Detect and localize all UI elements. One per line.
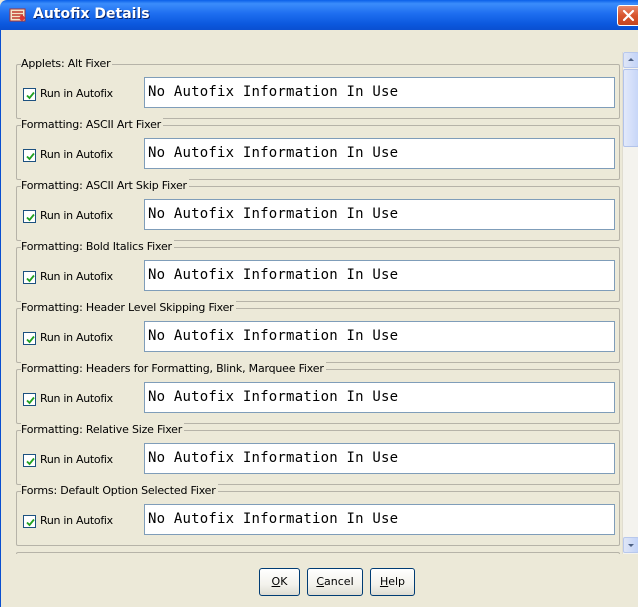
run-in-autofix-label[interactable]: Run in Autofix xyxy=(40,209,113,222)
fixer-group-title: Formatting: Bold Italics Fixer xyxy=(21,240,174,253)
fixer-group-title: Formatting: ASCII Art Fixer xyxy=(21,118,163,131)
autofix-info-field[interactable]: No Autofix Information In Use xyxy=(144,443,615,474)
run-in-autofix-checkbox[interactable] xyxy=(23,271,36,284)
app-icon xyxy=(9,8,26,22)
fixer-group-bold-italics: Formatting: Bold Italics Fixer Run in Au… xyxy=(16,240,620,302)
autofix-details-window: Autofix Details Applets: Alt Fixer Run i… xyxy=(0,0,638,607)
cancel-label-rest: ancel xyxy=(324,575,354,588)
run-in-autofix-checkbox[interactable] xyxy=(23,88,36,101)
autofix-info-text: No Autofix Information In Use xyxy=(148,389,399,405)
content-top-edge xyxy=(10,30,638,52)
scroll-down-button[interactable] xyxy=(623,537,638,553)
help-mnemonic: H xyxy=(379,575,389,588)
run-in-autofix-checkbox[interactable] xyxy=(23,454,36,467)
fixer-group-title: Formatting: Headers for Formatting, Blin… xyxy=(21,362,326,375)
checkmark-icon xyxy=(26,213,35,222)
fixer-group-title: Formatting: Relative Size Fixer xyxy=(21,423,185,436)
run-in-autofix-checkbox[interactable] xyxy=(23,393,36,406)
fixer-group-relative-size: Formatting: Relative Size Fixer Run in A… xyxy=(16,423,620,485)
window-title: Autofix Details xyxy=(33,6,150,22)
checkmark-icon xyxy=(26,152,35,161)
run-in-autofix-checkbox[interactable] xyxy=(23,149,36,162)
autofix-info-field[interactable]: No Autofix Information In Use xyxy=(144,260,615,291)
autofix-info-field[interactable]: No Autofix Information In Use xyxy=(144,138,615,169)
fixer-group-ascii-art-skip: Formatting: ASCII Art Skip Fixer Run in … xyxy=(16,179,620,241)
autofix-info-text: No Autofix Information In Use xyxy=(148,267,399,283)
vertical-scrollbar[interactable] xyxy=(622,52,638,554)
arrow-up-icon xyxy=(628,58,634,61)
run-in-autofix-label[interactable]: Run in Autofix xyxy=(40,453,113,466)
checkmark-icon xyxy=(26,396,35,405)
checkmark-icon xyxy=(26,518,35,527)
autofix-info-field[interactable]: No Autofix Information In Use xyxy=(144,77,615,108)
ok-button[interactable]: OK xyxy=(259,568,300,596)
run-in-autofix-checkbox[interactable] xyxy=(23,332,36,345)
scroll-thumb[interactable] xyxy=(623,69,638,147)
autofix-info-text: No Autofix Information In Use xyxy=(148,328,399,344)
run-in-autofix-label[interactable]: Run in Autofix xyxy=(40,392,113,405)
checkmark-icon xyxy=(26,91,35,100)
title-bar[interactable]: Autofix Details xyxy=(0,0,638,30)
autofix-info-field[interactable]: No Autofix Information In Use xyxy=(144,504,615,535)
help-button[interactable]: Help xyxy=(370,568,415,596)
autofix-info-text: No Autofix Information In Use xyxy=(148,206,399,222)
fixer-group-title: Applets: Alt Fixer xyxy=(21,57,113,70)
close-button[interactable] xyxy=(617,5,638,26)
ok-label-rest: K xyxy=(280,575,288,588)
autofix-info-field[interactable]: No Autofix Information In Use xyxy=(144,321,615,352)
run-in-autofix-label[interactable]: Run in Autofix xyxy=(40,87,113,100)
help-label-rest: elp xyxy=(388,575,406,588)
arrow-down-icon xyxy=(628,544,634,547)
fixer-list[interactable]: Applets: Alt Fixer Run in Autofix No Aut… xyxy=(10,52,622,554)
checkmark-icon xyxy=(26,335,35,344)
run-in-autofix-checkbox[interactable] xyxy=(23,515,36,528)
autofix-info-text: No Autofix Information In Use xyxy=(148,145,399,161)
window-frame-left xyxy=(0,30,10,607)
scroll-up-button[interactable] xyxy=(623,52,638,68)
run-in-autofix-checkbox[interactable] xyxy=(23,210,36,223)
ok-mnemonic: O xyxy=(271,575,281,588)
fixer-group-ascii-art: Formatting: ASCII Art Fixer Run in Autof… xyxy=(16,118,620,180)
fixer-group-applets-alt: Applets: Alt Fixer Run in Autofix No Aut… xyxy=(16,57,620,119)
run-in-autofix-label[interactable]: Run in Autofix xyxy=(40,331,113,344)
fixer-group-title: Formatting: ASCII Art Skip Fixer xyxy=(21,179,189,192)
fixer-group-title: Formatting: Header Level Skipping Fixer xyxy=(21,301,236,314)
fixer-group-headers-formatting-blink-marquee: Formatting: Headers for Formatting, Blin… xyxy=(16,362,620,424)
checkmark-icon xyxy=(26,457,35,466)
dialog-button-bar: OK Cancel Help xyxy=(10,554,638,607)
autofix-info-text: No Autofix Information In Use xyxy=(148,511,399,527)
cancel-button[interactable]: Cancel xyxy=(307,568,363,596)
autofix-info-text: No Autofix Information In Use xyxy=(148,450,399,466)
run-in-autofix-label[interactable]: Run in Autofix xyxy=(40,514,113,527)
fixer-group-forms-default-option: Forms: Default Option Selected Fixer Run… xyxy=(16,484,620,546)
checkmark-icon xyxy=(26,274,35,283)
cancel-mnemonic: C xyxy=(316,575,325,588)
autofix-info-text: No Autofix Information In Use xyxy=(148,84,399,100)
autofix-info-field[interactable]: No Autofix Information In Use xyxy=(144,199,615,230)
fixer-group-title: Forms: Default Option Selected Fixer xyxy=(21,484,218,497)
close-icon xyxy=(622,9,635,22)
run-in-autofix-label[interactable]: Run in Autofix xyxy=(40,148,113,161)
fixer-group-header-level-skipping: Formatting: Header Level Skipping Fixer … xyxy=(16,301,620,363)
run-in-autofix-label[interactable]: Run in Autofix xyxy=(40,270,113,283)
autofix-info-field[interactable]: No Autofix Information In Use xyxy=(144,382,615,413)
